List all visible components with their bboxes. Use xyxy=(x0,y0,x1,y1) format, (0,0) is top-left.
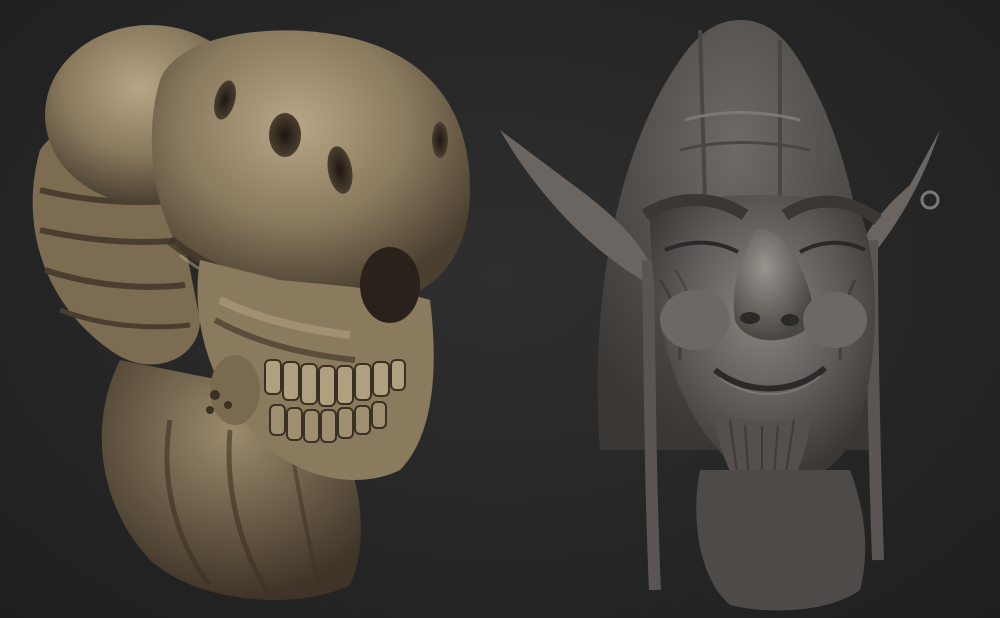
skull-eye-socket xyxy=(360,247,420,323)
goblin-head-render xyxy=(500,0,1000,618)
skull-hole xyxy=(269,113,301,157)
creature-skull-illustration xyxy=(32,25,470,600)
creature-skull-render xyxy=(0,0,500,618)
goblin-head-illustration xyxy=(500,20,940,611)
viewport-canvas xyxy=(0,0,1000,618)
goblin-neck xyxy=(696,470,866,611)
skull-hole xyxy=(432,122,448,158)
